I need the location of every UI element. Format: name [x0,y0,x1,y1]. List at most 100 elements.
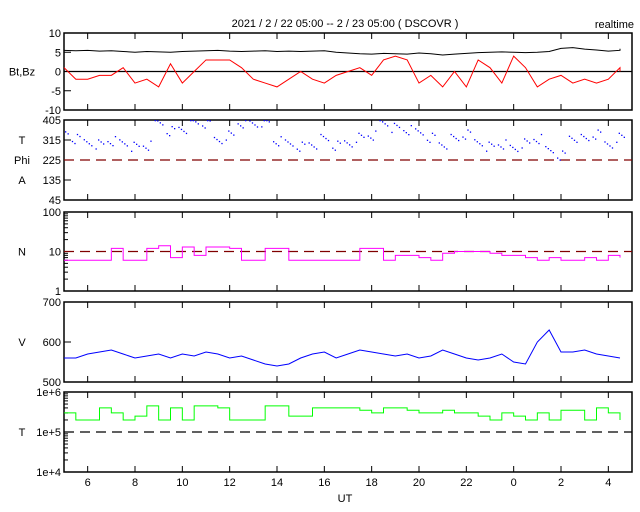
data-point-phi [273,141,275,143]
data-point-phi [611,147,614,149]
y-axis-label: T [19,135,26,147]
data-point-phi [403,130,405,132]
data-point-phi [372,139,374,141]
data-point-phi [505,139,507,141]
data-point-phi [344,140,346,142]
y-axis-label: A [18,175,26,187]
data-point-phi [351,146,353,148]
data-point-phi [458,139,460,142]
data-point-phi [98,139,100,141]
data-point-phi [287,141,289,143]
data-point-phi [237,123,239,125]
x-tick-label: 16 [318,477,330,489]
data-point-phi [540,133,543,136]
data-point-phi [547,148,549,150]
data-point-phi [438,142,440,144]
panel-temperature: 1e+6 1e+5 1e+4 T [19,387,633,479]
data-point-phi [91,145,93,147]
data-point-phi [275,143,277,145]
y-tick-label: 700 [43,297,61,309]
data-point-phi [178,126,180,129]
data-point-phi [249,120,251,122]
x-tick-label: 2 [558,477,564,489]
data-point-phi [109,143,112,145]
data-point-phi [441,144,443,146]
solar-wind-chart: 2021 / 2 / 22 05:00 -- 2 / 23 05:00 ( DS… [9,18,634,505]
data-point-phi [517,150,519,153]
data-point-phi [398,126,401,129]
data-point-phi [552,152,554,154]
data-point-phi [384,123,386,125]
data-point-phi [327,139,330,142]
x-tick-label: 8 [132,477,138,489]
data-point-phi [595,138,597,140]
y-tick-label: 315 [43,135,61,147]
data-point-phi [76,133,79,136]
data-point-phi [497,144,500,146]
data-point-phi [185,132,188,135]
data-point-phi [408,134,410,136]
data-point-phi [230,132,232,134]
data-point-phi [464,138,467,140]
data-point-phi [131,150,133,152]
y-tick-label: 100 [43,207,61,219]
data-point-phi [533,138,535,141]
data-point-phi [339,142,341,144]
y-tick-label: 225 [43,155,61,167]
data-point-phi [65,131,67,133]
data-point-phi [114,136,117,138]
series-line-bt [63,47,621,56]
data-point-phi [526,140,528,142]
data-point-phi [621,134,623,136]
data-point-phi [218,140,221,143]
data-point-phi [422,134,424,136]
data-point-phi [453,135,455,138]
panel-phi: 405 315 225 135 45 T Phi A [14,115,633,207]
data-point-phi [74,142,76,145]
data-point-phi [370,137,372,139]
y-tick-label: 1e+6 [36,387,61,399]
data-point-phi [195,121,197,123]
y-tick-label: 135 [43,175,61,187]
data-point-phi [251,122,254,124]
x-axis-label: UT [338,493,353,505]
panel-frame [63,301,633,383]
data-point-phi [100,141,102,143]
data-point-phi [209,120,211,122]
data-point-phi [410,125,412,127]
data-point-phi [136,143,138,145]
data-point-phi [446,148,448,150]
data-point-phi [183,130,185,133]
y-tick-label: 405 [43,115,61,127]
data-point-phi [417,130,419,132]
data-point-phi [221,142,223,145]
data-point-phi [346,142,348,144]
data-point-phi [367,135,369,137]
data-point-phi [169,135,171,137]
data-point-phi [462,136,464,138]
panel-bt-bz: 1050-5-10Bt,Bz [9,28,633,117]
data-point-phi [500,146,502,148]
data-point-phi [304,143,306,145]
data-point-phi [609,145,611,147]
panel-density: 100101N [18,207,633,298]
data-point-phi [289,143,292,145]
data-point-phi [571,137,573,139]
x-tick-label: 0 [511,477,517,489]
data-point-phi [585,137,587,140]
data-point-phi [278,145,280,147]
x-tick-label: 14 [271,477,283,489]
data-point-phi [171,126,173,128]
data-point-phi [476,141,478,143]
data-point-phi [299,150,301,152]
data-point-phi [107,141,109,143]
data-point-phi [616,141,618,143]
x-tick-label: 22 [460,477,472,489]
data-point-phi [493,145,495,147]
series-line-n [64,245,621,261]
data-point-phi [233,134,235,136]
data-point-phi [216,138,218,141]
data-point-phi [583,135,585,138]
y-tick-label: 5 [55,47,61,59]
realtime-label: realtime [595,19,634,31]
